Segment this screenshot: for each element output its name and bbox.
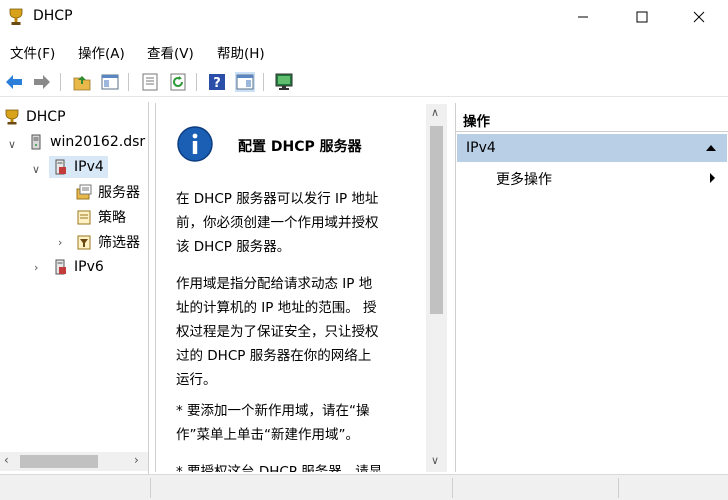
- menu-view[interactable]: 查看(V): [147, 42, 194, 62]
- minimize-button[interactable]: [560, 0, 606, 34]
- server-options-icon: [76, 184, 92, 200]
- server-icon: [31, 134, 41, 150]
- maximize-button[interactable]: [619, 0, 665, 34]
- chevron-down-icon[interactable]: ∨: [32, 163, 40, 176]
- close-icon: [693, 11, 705, 23]
- up-folder-icon[interactable]: [72, 72, 92, 92]
- tree-label: IPv4: [74, 159, 104, 175]
- dhcp-app-icon: [9, 8, 23, 25]
- properties-icon[interactable]: [140, 72, 160, 92]
- window-title: DHCP: [33, 8, 73, 24]
- back-arrow-icon[interactable]: [4, 72, 24, 92]
- actions-header-label: 操作: [463, 114, 490, 130]
- text-line: 址的计算机的 IP 地址的范围。 授: [176, 300, 377, 316]
- title-bar: DHCP: [0, 0, 728, 34]
- authorize-paragraph: * 要授权这台 DHCP 服务器，请显: [176, 460, 412, 472]
- scroll-up-icon[interactable]: ∧: [431, 106, 439, 119]
- text-line: 作用域是指分配给请求动态 IP 地: [176, 276, 373, 292]
- text-line: 运行。: [176, 372, 217, 388]
- text-line: * 要添加一个新作用域，请在“操: [176, 403, 370, 419]
- text-line: 过的 DHCP 服务器在你的网络上: [176, 348, 372, 364]
- text-line: * 要授权这台 DHCP 服务器，请显: [176, 464, 383, 472]
- tree-item-server-options[interactable]: 服务器: [76, 181, 140, 203]
- toolbar-separator: [128, 73, 129, 91]
- tree-item-policies[interactable]: 策略: [76, 206, 126, 228]
- text-line: 作”菜单上单击“新建作用域”。: [176, 427, 359, 443]
- scroll-right-icon[interactable]: ›: [134, 453, 139, 467]
- scope-paragraph: 作用域是指分配给请求动态 IP 地 址的计算机的 IP 地址的范围。 授 权过程…: [176, 272, 412, 392]
- toolbar: ?: [0, 66, 728, 97]
- monitor-icon[interactable]: [274, 72, 294, 92]
- new-scope-paragraph: * 要添加一个新作用域，请在“操 作”菜单上单击“新建作用域”。: [176, 399, 412, 447]
- tree-label: IPv6: [74, 259, 104, 275]
- refresh-icon[interactable]: [168, 72, 188, 92]
- tree-item-ipv4[interactable]: IPv4: [49, 156, 108, 178]
- text-line: 该 DHCP 服务器。: [176, 239, 291, 255]
- console-tree: DHCP ∨ win20162.dsr ∨ IPv4 服务器 策略 › 筛选器 …: [0, 102, 149, 474]
- toolbar-separator: [60, 73, 61, 91]
- menu-help[interactable]: 帮助(H): [217, 42, 265, 62]
- scroll-down-icon[interactable]: ∨: [431, 454, 439, 467]
- dhcp-trophy-icon: [5, 109, 19, 125]
- help-icon[interactable]: ?: [207, 72, 227, 92]
- tree-item-server[interactable]: win20162.dsr: [28, 131, 145, 153]
- status-separator: [618, 478, 619, 498]
- tree-horizontal-scrollbar[interactable]: ‹ ›: [0, 452, 148, 471]
- chevron-down-icon[interactable]: ∨: [8, 138, 16, 151]
- intro-paragraph: 在 DHCP 服务器可以发行 IP 地址 前，你必须创建一个作用域并授权 该 D…: [176, 187, 412, 259]
- menu-action[interactable]: 操作(A): [78, 42, 125, 62]
- collapse-up-icon[interactable]: [706, 144, 716, 152]
- tree-label: DHCP: [26, 109, 66, 125]
- tree-label: 策略: [98, 210, 126, 226]
- scroll-thumb[interactable]: [20, 455, 98, 468]
- content-vertical-scrollbar[interactable]: ∧ ∨: [426, 104, 447, 472]
- status-separator: [150, 478, 151, 498]
- tree-item-dhcp-root[interactable]: DHCP: [4, 106, 66, 128]
- ipv4-scope-icon: [55, 159, 66, 175]
- chevron-right-icon[interactable]: ›: [34, 261, 38, 274]
- svg-text:?: ?: [213, 76, 221, 91]
- scroll-left-icon[interactable]: ‹: [4, 453, 9, 467]
- menu-file[interactable]: 文件(F): [10, 42, 55, 62]
- status-separator: [452, 478, 453, 498]
- toolbar-separator: [263, 73, 264, 91]
- tree-label: 服务器: [98, 185, 140, 201]
- text-line: 前，你必须创建一个作用域并授权: [176, 215, 379, 231]
- toolbar-separator: [196, 73, 197, 91]
- tree-item-filters[interactable]: 筛选器: [76, 231, 140, 253]
- show-action-pane-icon[interactable]: [235, 72, 255, 92]
- maximize-icon: [636, 11, 648, 23]
- policy-icon: [77, 210, 91, 225]
- actions-header: 操作: [456, 103, 728, 132]
- content-pane: 配置 DHCP 服务器 在 DHCP 服务器可以发行 IP 地址 前，你必须创建…: [155, 103, 452, 472]
- more-actions-label: 更多操作: [496, 172, 552, 188]
- more-actions-item[interactable]: 更多操作: [457, 165, 727, 191]
- close-button[interactable]: [676, 0, 722, 34]
- text-line: 在 DHCP 服务器可以发行 IP 地址: [176, 191, 379, 207]
- filter-icon: [77, 235, 91, 250]
- minimize-icon: [578, 16, 588, 18]
- forward-arrow-icon[interactable]: [32, 72, 52, 92]
- tree-label: 筛选器: [98, 235, 140, 251]
- actions-section-label: IPv4: [466, 140, 496, 156]
- ipv6-scope-icon: [55, 259, 66, 275]
- scroll-thumb[interactable]: [430, 126, 443, 314]
- content-heading: 配置 DHCP 服务器: [238, 139, 362, 155]
- show-hide-tree-icon[interactable]: [100, 72, 120, 92]
- submenu-arrow-icon: [710, 173, 715, 183]
- chevron-right-icon[interactable]: ›: [58, 236, 62, 249]
- info-icon: [177, 126, 213, 162]
- tree-item-ipv6[interactable]: IPv6: [52, 256, 104, 278]
- actions-section-ipv4[interactable]: IPv4: [457, 134, 727, 162]
- actions-pane: 操作 IPv4 更多操作: [455, 103, 728, 472]
- status-bar: [0, 474, 728, 500]
- menu-bar: 文件(F) 操作(A) 查看(V) 帮助(H): [0, 38, 728, 62]
- tree-label: win20162.dsr: [50, 134, 146, 150]
- text-line: 权过程是为了保证安全，只让授权: [176, 324, 379, 340]
